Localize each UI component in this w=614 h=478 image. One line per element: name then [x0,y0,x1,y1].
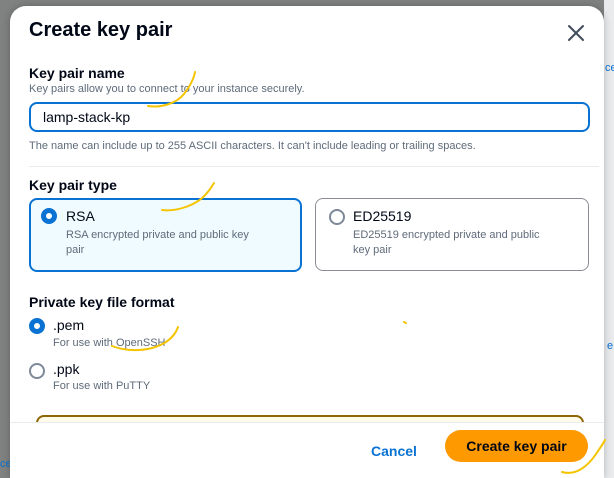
ppk-radio[interactable] [29,363,45,379]
modal-header: Create key pair [10,6,604,58]
pem-option-description: For use with OpenSSH [53,337,166,349]
key-pair-type-label: Key pair type [29,177,117,193]
pem-radio[interactable] [29,318,45,334]
modal-title: Create key pair [29,19,173,41]
ed25519-title: ED25519 [353,208,412,224]
rsa-title: RSA [66,208,95,224]
key-pair-name-constraint: The name can include up to 255 ASCII cha… [29,140,476,152]
close-button[interactable] [565,22,587,44]
key-type-tile-ed25519[interactable]: ED25519 ED25519 encrypted private and pu… [315,198,589,271]
rsa-description: pair [66,244,85,256]
key-type-tile-rsa[interactable]: RSA RSA encrypted private and public key… [29,198,302,272]
ed25519-description: ED25519 encrypted private and public [353,229,540,241]
key-pair-name-description: Key pairs allow you to connect to your i… [29,83,305,95]
create-key-pair-button[interactable]: Create key pair [445,430,588,462]
ppk-option-label[interactable]: .ppk [53,361,79,377]
private-key-format-label: Private key file format [29,294,175,310]
footer-divider [10,422,604,423]
ed25519-description: key pair [353,244,392,256]
rsa-radio[interactable] [41,208,57,224]
background-text-fragment: e [607,340,614,352]
key-pair-name-input[interactable] [29,102,590,132]
create-key-pair-modal: Create key pair Key pair name Key pairs … [10,6,604,478]
section-divider [29,166,599,167]
rsa-description: RSA encrypted private and public key [66,229,249,241]
key-pair-name-label: Key pair name [29,65,125,81]
ppk-option-description: For use with PuTTY [53,380,151,392]
cancel-button[interactable]: Cancel [358,436,430,466]
background-text-fragment: ce [605,62,614,74]
ed25519-radio[interactable] [329,209,345,225]
close-icon [568,25,584,41]
pem-option-label[interactable]: .pem [53,317,84,333]
